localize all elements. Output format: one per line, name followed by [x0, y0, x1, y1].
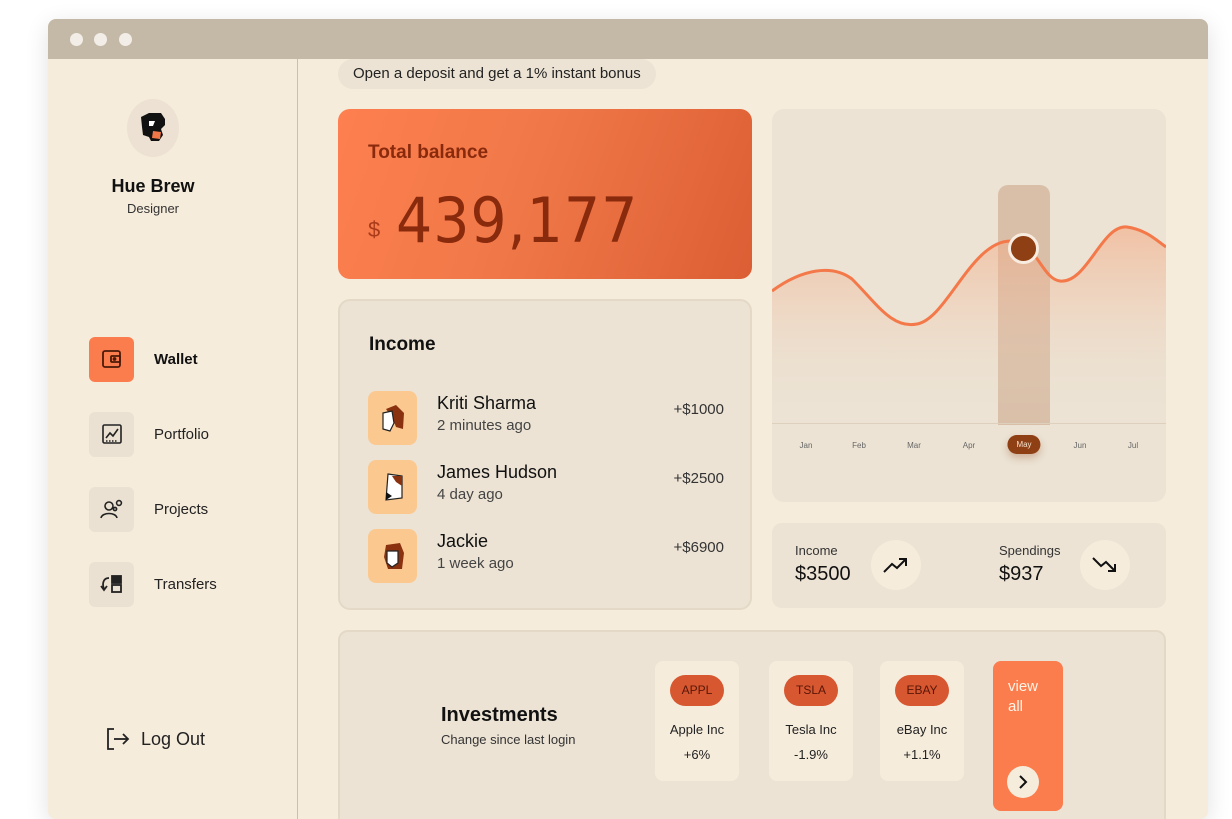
stock-card-tsla[interactable]: TSLA Tesla Inc -1.9% [769, 661, 853, 781]
wallet-icon [89, 336, 134, 382]
promo-banner[interactable]: Open a deposit and get a 1% instant bonu… [338, 59, 656, 89]
logout-button[interactable]: Log Out [105, 726, 205, 752]
user-name: Hue Brew [111, 176, 195, 196]
tx-amount: +$1000 [673, 401, 724, 418]
window-close-dot[interactable] [70, 33, 83, 46]
balance-title: Total balance [368, 142, 489, 163]
nav-label-transfers: Transfers [154, 575, 217, 593]
month-label[interactable]: Jul [1128, 441, 1138, 450]
month-label[interactable]: Feb [852, 441, 866, 450]
user-role: Designer [126, 201, 180, 216]
investments-title: Investments [441, 704, 558, 726]
income-title: Income [369, 334, 436, 355]
chevron-right-icon [1007, 766, 1039, 798]
person-avatar-icon [368, 529, 417, 583]
view-all-button[interactable]: view all [993, 661, 1063, 811]
tx-amount: +$2500 [673, 470, 724, 487]
nav-item-transfers[interactable]: Transfers [89, 561, 289, 607]
month-label[interactable]: Apr [963, 441, 975, 450]
avatar[interactable] [127, 99, 179, 157]
chart-fill [772, 226, 1166, 423]
stock-change: +6% [683, 747, 711, 762]
tx-name: Jackie [437, 531, 489, 551]
person-avatar-icon [368, 391, 417, 445]
income-stat-label: Income [795, 543, 838, 558]
app-window: Hue Brew Designer Wallet Portfolio Proje… [48, 19, 1208, 819]
logout-icon [107, 728, 130, 750]
investments-subtitle: Change since last login [441, 732, 576, 747]
window-minimize-dot[interactable] [94, 33, 107, 46]
month-label[interactable]: Jun [1074, 441, 1087, 450]
tx-name: James Hudson [437, 462, 558, 482]
tx-amount: +$6900 [673, 539, 724, 556]
nav-label-projects: Projects [154, 500, 209, 518]
nav-item-portfolio[interactable]: Portfolio [89, 411, 289, 457]
stock-name: Tesla Inc [785, 722, 837, 737]
month-label-selected[interactable]: May [1007, 435, 1041, 454]
nav-label-wallet: Wallet [154, 350, 198, 368]
chart-icon [89, 411, 134, 457]
spend-stat-value: $937 [999, 563, 1044, 585]
tx-time: 4 day ago [437, 486, 503, 503]
stock-name: eBay Inc [896, 722, 948, 737]
spend-stat-label: Spendings [999, 543, 1061, 558]
view-all-label: view all [1008, 678, 1039, 715]
ticker-badge: APPL [670, 675, 724, 706]
person-avatar-icon [368, 460, 417, 514]
tx-time: 1 week ago [437, 555, 514, 572]
transfer-icon [89, 561, 134, 607]
ticker-badge: TSLA [784, 675, 838, 706]
nav-item-projects[interactable]: Projects [89, 486, 289, 532]
month-label[interactable]: Mar [907, 441, 921, 450]
ticker-badge: EBAY [895, 675, 949, 706]
stats-card: Income $3500 Spendings $937 [772, 523, 1166, 608]
list-item[interactable]: James Hudson 4 day ago +$2500 [368, 460, 724, 514]
nav-item-wallet[interactable]: Wallet [89, 336, 289, 382]
user-gear-icon [89, 486, 134, 532]
stock-change: +1.1% [903, 747, 941, 762]
nav-label-portfolio: Portfolio [154, 425, 210, 443]
stock-card-ebay[interactable]: EBAY eBay Inc +1.1% [880, 661, 964, 781]
chart-card: Jan Feb Mar Apr May Jun Jul [772, 109, 1166, 502]
chart-baseline [772, 423, 1166, 424]
tx-name: Kriti Sharma [437, 393, 537, 413]
balance-card: Total balance $ 439,177 [338, 109, 752, 279]
balance-currency: $ [368, 217, 381, 242]
list-item[interactable]: Jackie 1 week ago +$6900 [368, 529, 724, 583]
stock-change: -1.9% [794, 747, 828, 762]
chart-area [772, 225, 1166, 423]
tx-time: 2 minutes ago [437, 417, 532, 434]
investments-card: Investments Change since last login APPL… [338, 630, 1166, 819]
trend-down-icon[interactable] [1080, 540, 1130, 590]
logout-label: Log Out [141, 728, 206, 749]
stock-card-appl[interactable]: APPL Apple Inc +6% [655, 661, 739, 781]
sidebar: Hue Brew Designer Wallet Portfolio Proje… [48, 59, 298, 819]
window-zoom-dot[interactable] [119, 33, 132, 46]
income-card: Income Kriti Sharma 2 minutes ago +$1000… [338, 299, 752, 610]
trend-up-icon[interactable] [871, 540, 921, 590]
title-bar [48, 19, 1208, 59]
user-avatar-icon [141, 113, 165, 141]
list-item[interactable]: Kriti Sharma 2 minutes ago +$1000 [368, 391, 724, 445]
stock-name: Apple Inc [669, 722, 725, 737]
chart-marker[interactable] [1008, 233, 1039, 264]
balance-amount: 439,177 [396, 184, 639, 257]
income-stat-value: $3500 [795, 563, 851, 585]
month-label[interactable]: Jan [800, 441, 813, 450]
